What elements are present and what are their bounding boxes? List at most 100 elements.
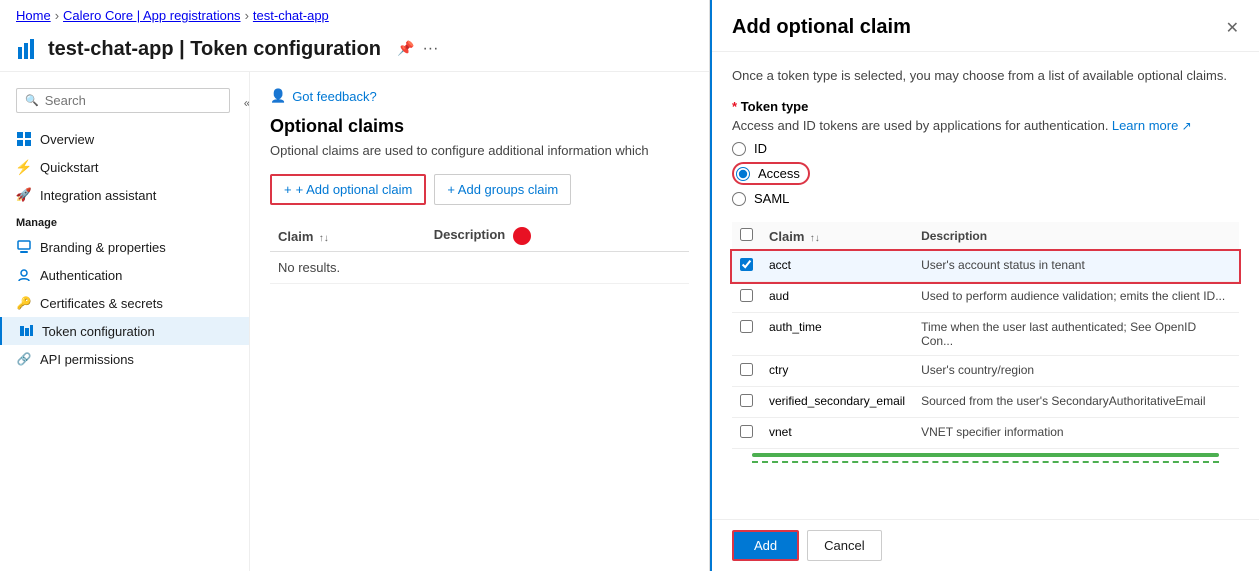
- sidebar-item-label: Quickstart: [40, 160, 99, 175]
- add-groups-claim-button[interactable]: + Add groups claim: [434, 174, 571, 205]
- sidebar-item-branding[interactable]: Branding & properties: [0, 233, 249, 261]
- radio-saml-input[interactable]: [732, 192, 746, 206]
- plus-icon: +: [284, 182, 292, 197]
- search-icon: 🔍: [25, 94, 39, 107]
- page-title: test-chat-app | Token configuration: [48, 38, 381, 61]
- modal-panel: Add optional claim ✕ Once a token type i…: [710, 0, 1259, 571]
- add-button[interactable]: Add: [732, 530, 799, 561]
- claim-row: auth_timeTime when the user last authent…: [732, 313, 1239, 356]
- radio-id[interactable]: ID: [732, 141, 1239, 156]
- claim-name: aud: [761, 282, 913, 313]
- cancel-button[interactable]: Cancel: [807, 530, 881, 561]
- claim-description: User's account status in tenant: [913, 251, 1239, 282]
- claim-name: verified_secondary_email: [761, 387, 913, 418]
- sidebar-item-authentication[interactable]: Authentication: [0, 261, 249, 289]
- cert-icon: 🔑: [16, 295, 32, 311]
- claim-row: acctUser's account status in tenant: [732, 251, 1239, 282]
- col-claim: Claim ↑↓: [270, 221, 426, 252]
- claim-description: Time when the user last authenticated; S…: [913, 313, 1239, 356]
- feedback-bar[interactable]: 👤 Got feedback?: [270, 88, 689, 104]
- token-config-icon: [16, 37, 40, 61]
- red-dot: [513, 227, 531, 245]
- modal-desc: Once a token type is selected, you may c…: [732, 68, 1239, 83]
- breadcrumb-app[interactable]: test-chat-app: [253, 8, 329, 23]
- sort-icon[interactable]: ↑↓: [319, 233, 329, 244]
- breadcrumb-app-reg[interactable]: Calero Core | App registrations: [63, 8, 241, 23]
- select-all-checkbox[interactable]: [740, 228, 753, 241]
- claim-row: vnetVNET specifier information: [732, 418, 1239, 449]
- claim-description: Sourced from the user's SecondaryAuthori…: [913, 387, 1239, 418]
- token-type-section: * Token type Access and ID tokens are us…: [732, 99, 1239, 206]
- breadcrumb-home[interactable]: Home: [16, 8, 51, 23]
- sidebar: 🔍 « Overview ⚡ Quickstart 🚀 Integra: [0, 72, 250, 571]
- lightning-icon: ⚡: [16, 159, 32, 175]
- panel-col-claim: Claim ↑↓: [761, 222, 913, 251]
- claims-table: Claim ↑↓ Description No results.: [270, 221, 689, 284]
- radio-saml[interactable]: SAML: [732, 191, 1239, 206]
- sidebar-item-overview[interactable]: Overview: [0, 125, 249, 153]
- claim-row: ctryUser's country/region: [732, 356, 1239, 387]
- search-input[interactable]: [45, 93, 221, 108]
- branding-icon: [16, 239, 32, 255]
- panel-col-description: Description: [913, 222, 1239, 251]
- sidebar-item-token[interactable]: Token configuration: [0, 317, 249, 345]
- page-header-actions: 📌 ···: [397, 40, 438, 58]
- add-groups-label: + Add groups claim: [447, 182, 558, 197]
- close-button[interactable]: ✕: [1226, 18, 1239, 38]
- modal-footer: Add Cancel: [712, 519, 1259, 571]
- claim-description: VNET specifier information: [913, 418, 1239, 449]
- section-title: Optional claims: [270, 116, 689, 137]
- claim-row: audUsed to perform audience validation; …: [732, 282, 1239, 313]
- claim-checkbox[interactable]: [740, 363, 753, 376]
- api-icon: 🔗: [16, 351, 32, 367]
- claim-description: User's country/region: [913, 356, 1239, 387]
- token-icon: [18, 323, 34, 339]
- claim-checkbox[interactable]: [740, 320, 753, 333]
- claim-checkbox[interactable]: [740, 425, 753, 438]
- no-results-text: No results.: [270, 252, 689, 284]
- claim-description: Used to perform audience validation; emi…: [913, 282, 1239, 313]
- claim-name: ctry: [761, 356, 913, 387]
- sidebar-item-label: Certificates & secrets: [40, 296, 163, 311]
- breadcrumb: Home › Calero Core | App registrations ›…: [0, 0, 709, 31]
- learn-more-link[interactable]: Learn more ↗: [1112, 119, 1192, 133]
- page-header: test-chat-app | Token configuration 📌 ··…: [0, 31, 709, 72]
- auth-icon: [16, 267, 32, 283]
- sidebar-item-api[interactable]: 🔗 API permissions: [0, 345, 249, 373]
- pin-icon[interactable]: 📌: [397, 40, 414, 58]
- claim-checkbox[interactable]: [740, 258, 753, 271]
- add-optional-claim-button[interactable]: + + Add optional claim: [270, 174, 426, 205]
- claim-row: verified_secondary_emailSourced from the…: [732, 387, 1239, 418]
- radio-access[interactable]: Access: [732, 162, 810, 185]
- claim-name: acct: [761, 251, 913, 282]
- sidebar-item-quickstart[interactable]: ⚡ Quickstart: [0, 153, 249, 181]
- claim-name: vnet: [761, 418, 913, 449]
- section-desc: Optional claims are used to configure ad…: [270, 143, 689, 158]
- radio-id-input[interactable]: [732, 142, 746, 156]
- modal-body: Once a token type is selected, you may c…: [712, 52, 1259, 519]
- rocket-icon: 🚀: [16, 187, 32, 203]
- scroll-indicator-dotted: [752, 461, 1219, 464]
- add-claim-label: + Add optional claim: [296, 182, 413, 197]
- radio-access-input[interactable]: [736, 167, 750, 181]
- more-icon[interactable]: ···: [422, 40, 438, 58]
- main-content: 🔍 « Overview ⚡ Quickstart 🚀 Integra: [0, 72, 709, 571]
- sort-icon[interactable]: ↑↓: [810, 233, 820, 244]
- left-panel: Home › Calero Core | App registrations ›…: [0, 0, 710, 571]
- col-checkbox: [732, 222, 761, 251]
- claim-checkbox[interactable]: [740, 289, 753, 302]
- feedback-label: Got feedback?: [292, 89, 377, 104]
- sidebar-item-label: Integration assistant: [40, 188, 156, 203]
- action-bar: + + Add optional claim + Add groups clai…: [270, 174, 689, 205]
- sidebar-item-integration[interactable]: 🚀 Integration assistant: [0, 181, 249, 209]
- content-area: 👤 Got feedback? Optional claims Optional…: [250, 72, 709, 571]
- radio-saml-label: SAML: [754, 191, 789, 206]
- search-box[interactable]: 🔍: [16, 88, 230, 113]
- feedback-icon: 👤: [270, 88, 286, 104]
- claim-checkbox[interactable]: [740, 394, 753, 407]
- sidebar-item-certificates[interactable]: 🔑 Certificates & secrets: [0, 289, 249, 317]
- sidebar-item-label: API permissions: [40, 352, 134, 367]
- radio-group: ID Access SAML: [732, 141, 1239, 206]
- modal-header: Add optional claim ✕: [712, 0, 1259, 52]
- manage-label: Manage: [0, 209, 249, 233]
